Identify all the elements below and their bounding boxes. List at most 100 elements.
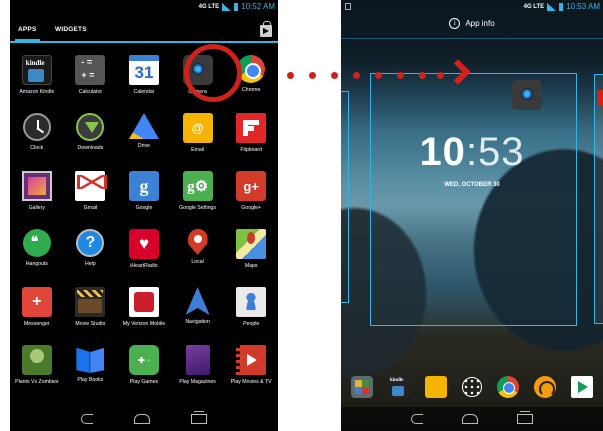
app-label: Google — [135, 205, 153, 211]
app-google-settings[interactable]: g⚙ Google Settings — [171, 171, 225, 229]
app-play-games[interactable]: Play Games — [117, 345, 171, 403]
home-page-drop-frame[interactable] — [370, 73, 577, 326]
play-store-icon[interactable] — [571, 376, 593, 398]
app-maps[interactable]: Maps — [224, 229, 278, 287]
app-movie-studio[interactable]: Movie Studio — [64, 287, 118, 345]
email-icon[interactable] — [425, 376, 447, 398]
notification-icon — [345, 3, 351, 10]
status-time: 10:53 AM — [566, 2, 600, 11]
calendar-icon: 31 — [128, 55, 159, 85]
app-hangouts[interactable]: Hangouts — [10, 229, 64, 287]
messenger-icon — [21, 287, 52, 317]
app-email[interactable]: Email — [171, 113, 225, 171]
home-button-icon[interactable] — [461, 414, 478, 424]
app-play-books[interactable]: Play Books — [64, 345, 118, 403]
recent-apps-button-icon[interactable] — [191, 411, 208, 424]
app-my-verizon-mobile[interactable]: My Verizon Mobile — [117, 287, 171, 345]
arrow-dot — [375, 72, 382, 79]
app-calendar[interactable]: 31 Calendar — [117, 55, 171, 113]
arrow-dot — [309, 72, 316, 79]
google-plus-icon: g+ — [236, 171, 267, 201]
tab-widgets[interactable]: WIDGETS — [55, 26, 87, 33]
app-calculator[interactable]: Calculator — [64, 55, 118, 113]
app-label: Hangouts — [25, 261, 48, 267]
recent-apps-button-icon[interactable] — [517, 411, 534, 424]
app-gallery[interactable]: Gallery — [10, 171, 64, 229]
app-label: Plants Vs Zombies — [15, 379, 59, 385]
app-label: Drive — [137, 143, 151, 149]
app-gmail[interactable]: Gmail — [64, 171, 118, 229]
app-clock[interactable]: Clock — [10, 113, 64, 171]
calculator-icon — [75, 55, 106, 85]
app-label: Clock — [30, 145, 44, 151]
status-bar: 4G LTE 10:52 AM — [10, 0, 278, 13]
drive-icon — [128, 113, 159, 139]
app-label: iHeartRadio — [130, 263, 158, 269]
clock-widget-date: WED, OCTOBER 30 — [444, 182, 500, 188]
app-google[interactable]: g Google — [117, 171, 171, 229]
flipboard-icon — [236, 113, 267, 143]
app-amazon-kindle[interactable]: Amazon Kindle — [10, 55, 64, 113]
iheartradio-icon — [128, 229, 159, 259]
app-navigation[interactable]: Navigation — [171, 287, 225, 345]
play-store-shortcut-icon[interactable] — [260, 21, 272, 37]
email-icon — [182, 113, 213, 143]
app-people[interactable]: People — [224, 287, 278, 345]
app-label: Local — [191, 259, 204, 265]
hangouts-icon — [22, 229, 51, 257]
app-label: Messenger — [23, 321, 50, 327]
home-button-icon[interactable] — [133, 414, 150, 424]
play-magazines-icon — [185, 345, 210, 375]
app-label: Calculator — [78, 89, 103, 95]
movie-studio-icon — [75, 287, 106, 317]
chrome-icon[interactable] — [497, 376, 519, 398]
arrow-dot — [331, 72, 338, 79]
app-iheartradio[interactable]: iHeartRadio — [117, 229, 171, 287]
local-pin-icon — [187, 229, 208, 255]
app-flipboard[interactable]: Flipboard — [224, 113, 278, 171]
clock-widget-time[interactable]: 10:53 — [341, 130, 603, 175]
info-icon: i — [449, 18, 461, 29]
back-button-icon[interactable] — [80, 414, 93, 424]
chrome-icon — [237, 55, 266, 83]
tab-apps[interactable]: APPS — [15, 26, 39, 42]
app-play-movies-tv[interactable]: Play Movies & TV — [224, 345, 278, 403]
app-drive[interactable]: Drive — [117, 113, 171, 171]
play-books-icon — [76, 347, 105, 373]
status-time: 10:52 AM — [241, 2, 275, 11]
app-camera[interactable]: Camera — [171, 55, 225, 113]
app-label: Navigation — [185, 319, 210, 325]
all-apps-icon[interactable] — [462, 377, 482, 397]
gmail-icon — [75, 171, 108, 201]
clock-icon — [22, 113, 51, 141]
app-chrome[interactable]: Chrome — [224, 55, 278, 113]
app-label: People — [243, 321, 260, 327]
network-indicator: 4G LTE — [523, 3, 545, 10]
play-music-icon[interactable] — [534, 376, 556, 398]
app-help[interactable]: ? Help — [64, 229, 118, 287]
kindle-icon[interactable] — [388, 376, 410, 398]
app-messenger[interactable]: Messenger — [10, 287, 64, 345]
back-button-icon[interactable] — [410, 414, 423, 424]
app-label: My Verizon Mobile — [122, 321, 166, 327]
play-games-icon — [128, 345, 159, 375]
app-label: Gallery — [28, 205, 46, 211]
app-local[interactable]: Local — [171, 229, 225, 287]
app-label: Play Games — [129, 379, 159, 385]
app-google[interactable]: g+ Google+ — [224, 171, 278, 229]
app-label: Calendar — [133, 89, 155, 95]
app-grid: Amazon Kindle Calculator 31 Calendar Camera C… — [10, 55, 278, 403]
apps-folder-icon[interactable] — [351, 376, 373, 398]
dragged-camera-icon[interactable] — [512, 80, 542, 110]
app-plants-vs-zombies[interactable]: Plants Vs Zombies — [10, 345, 64, 403]
gallery-icon — [21, 171, 52, 201]
arrow-dot — [397, 72, 404, 79]
app-downloads[interactable]: Downloads — [64, 113, 118, 171]
status-bar: 4G LTE 10:53 AM — [341, 0, 603, 13]
app-info-drop-target[interactable]: i App info — [341, 18, 603, 29]
app-info-label: App info — [465, 19, 495, 28]
app-label: Movie Studio — [75, 321, 106, 327]
play-movies-icon — [236, 345, 267, 375]
navigation-bar — [10, 407, 278, 431]
app-play-magazines[interactable]: Play Magazines — [171, 345, 225, 403]
